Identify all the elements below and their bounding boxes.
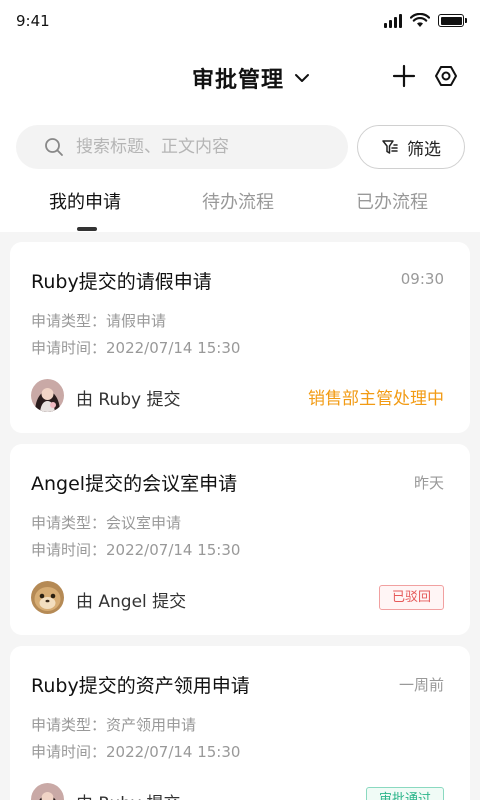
status-badge: 审批通过	[365, 787, 444, 800]
battery-icon	[438, 14, 467, 27]
search-icon	[45, 138, 63, 156]
application-card[interactable]: Ruby提交的请假申请 09:30 申请类型：请假申请 申请时间：2022/07…	[10, 242, 470, 433]
application-card[interactable]: Ruby提交的资产领用申请 一周前 申请类型：资产领用申请 申请时间：2022/…	[10, 646, 470, 800]
status-bar: 9:41	[0, 0, 480, 44]
application-card[interactable]: Angel提交的会议室申请 昨天 申请类型：会议室申请 申请时间：2022/07…	[10, 444, 470, 635]
application-type: 申请类型：请假申请	[31, 312, 167, 330]
avatar	[31, 783, 64, 800]
add-icon[interactable]	[392, 64, 416, 88]
card-title: Ruby提交的资产领用申请	[31, 675, 250, 697]
tab-indicator	[77, 227, 97, 231]
application-date: 申请时间：2022/07/14 15:30	[31, 743, 241, 761]
card-title: Ruby提交的请假申请	[31, 271, 212, 293]
status-time: 9:41	[16, 12, 50, 30]
filter-button[interactable]: 筛选	[357, 125, 465, 169]
card-time: 09:30	[400, 270, 444, 288]
filter-label: 筛选	[407, 139, 441, 160]
chevron-down-icon	[295, 74, 310, 82]
page-title: 审批管理	[192, 68, 285, 93]
tab-bar: 我的申请 待办流程 已办流程	[0, 188, 480, 232]
search-bar	[16, 125, 348, 169]
avatar	[31, 379, 64, 412]
tab-pending[interactable]: 待办流程	[202, 188, 274, 214]
application-type: 申请类型：会议室申请	[31, 514, 182, 532]
avatar	[31, 581, 64, 614]
card-time: 一周前	[398, 676, 444, 694]
status-text: 销售部主管处理中	[308, 389, 444, 409]
submitter: 由 Angel 提交	[76, 592, 187, 612]
card-time: 昨天	[413, 474, 444, 492]
settings-icon[interactable]	[434, 64, 458, 88]
title-dropdown[interactable]: 审批管理	[192, 62, 310, 94]
submitter: 由 Ruby 提交	[76, 390, 181, 410]
application-date: 申请时间：2022/07/14 15:30	[31, 339, 241, 357]
application-date: 申请时间：2022/07/14 15:30	[31, 541, 241, 559]
tab-my-applications[interactable]: 我的申请	[49, 188, 121, 214]
signal-icon	[384, 13, 402, 28]
status-badge: 已驳回	[378, 585, 444, 610]
filter-icon	[382, 140, 398, 154]
application-type: 申请类型：资产领用申请	[31, 716, 197, 734]
submitter: 由 Ruby 提交	[76, 789, 180, 800]
tab-processed[interactable]: 已办流程	[356, 188, 428, 214]
card-title: Angel提交的会议室申请	[31, 473, 238, 495]
status-icons	[384, 13, 467, 28]
wifi-icon	[410, 13, 430, 27]
search-input[interactable]	[76, 125, 336, 169]
header: 审批管理	[0, 52, 480, 100]
